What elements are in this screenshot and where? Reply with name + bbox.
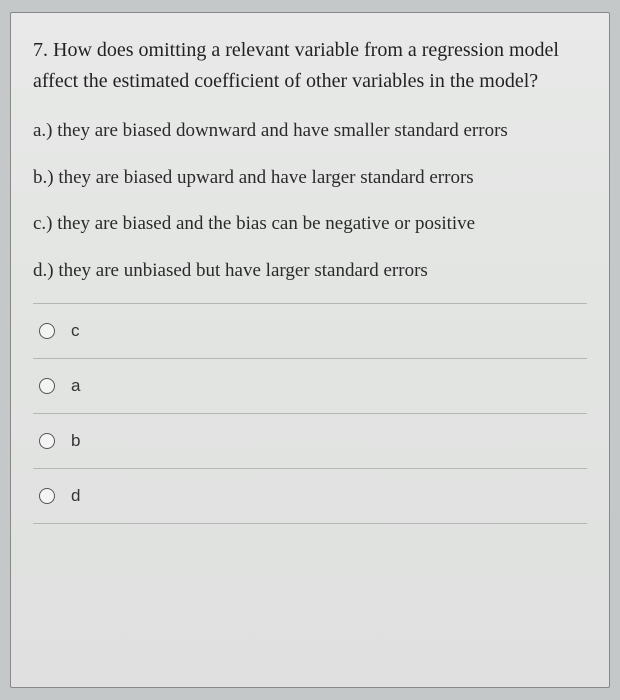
answer-row-a[interactable]: a xyxy=(33,359,587,414)
radio-icon[interactable] xyxy=(39,488,55,504)
option-c: c.) they are biased and the bias can be … xyxy=(33,210,587,239)
radio-icon[interactable] xyxy=(39,433,55,449)
answer-label: a xyxy=(71,376,80,396)
question-text: 7. How does omitting a relevant variable… xyxy=(33,35,587,97)
answer-row-b[interactable]: b xyxy=(33,414,587,469)
option-a: a.) they are biased downward and have sm… xyxy=(33,117,587,146)
option-letter: b.) xyxy=(33,167,54,188)
answer-label: c xyxy=(71,321,80,341)
radio-icon[interactable] xyxy=(39,323,55,339)
question-body: How does omitting a relevant variable fr… xyxy=(33,39,559,92)
answer-label: d xyxy=(71,486,80,506)
question-number: 7. xyxy=(33,39,48,61)
option-letter: a.) xyxy=(33,120,53,141)
question-card: 7. How does omitting a relevant variable… xyxy=(10,12,610,688)
option-text: they are biased upward and have larger s… xyxy=(58,167,473,188)
radio-icon[interactable] xyxy=(39,378,55,394)
answer-row-c[interactable]: c xyxy=(33,304,587,359)
option-text: they are biased downward and have smalle… xyxy=(57,120,508,141)
option-letter: c.) xyxy=(33,213,53,234)
option-text: they are biased and the bias can be nega… xyxy=(57,213,475,234)
answer-label: b xyxy=(71,431,80,451)
option-d: d.) they are unbiased but have larger st… xyxy=(33,257,587,286)
answer-row-d[interactable]: d xyxy=(33,469,587,524)
option-text: they are unbiased but have larger standa… xyxy=(58,260,427,281)
option-letter: d.) xyxy=(33,260,54,281)
option-b: b.) they are biased upward and have larg… xyxy=(33,164,587,193)
answer-choices: c a b d xyxy=(33,303,587,524)
